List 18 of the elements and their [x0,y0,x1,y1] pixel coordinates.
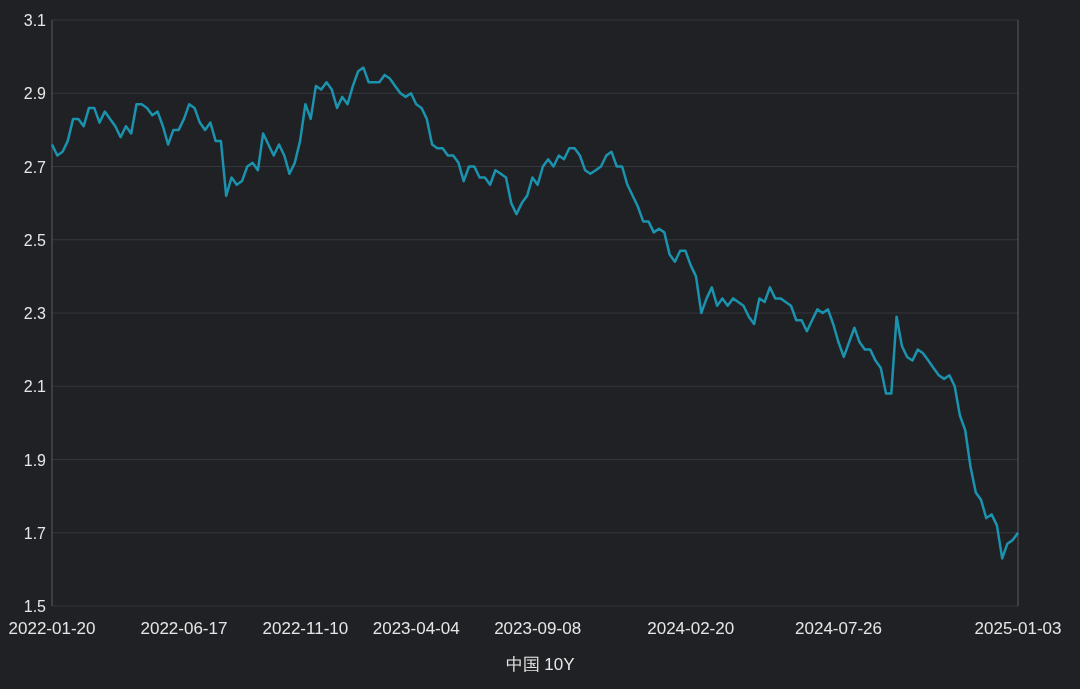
y-axis-label: 2.7 [23,158,46,176]
y-axis-label: 2.5 [23,231,46,249]
x-axis-label: 2024-07-26 [795,619,882,638]
y-axis-label: 2.1 [23,378,46,396]
x-axis-label: 2022-01-20 [8,619,96,638]
x-axis-label: 2023-09-08 [494,619,582,638]
x-axis-label: 2022-11-10 [262,619,349,638]
y-axis-label: 1.5 [23,598,46,615]
y-axis-label: 1.9 [23,451,46,469]
x-axis-label: 2025-01-03 [974,619,1062,638]
y-axis-label: 2.9 [23,85,46,103]
y-axis-label: 2.3 [23,305,46,322]
x-axis-label: 2024-02-20 [647,619,735,638]
y-axis-label: 1.7 [23,524,46,542]
x-axis-label: 2022-06-17 [140,619,228,638]
x-axis-label: 2023-04-04 [372,619,460,638]
legend-label: 中国 10Y [505,654,575,676]
y-axis-label: 3.1 [23,12,46,29]
